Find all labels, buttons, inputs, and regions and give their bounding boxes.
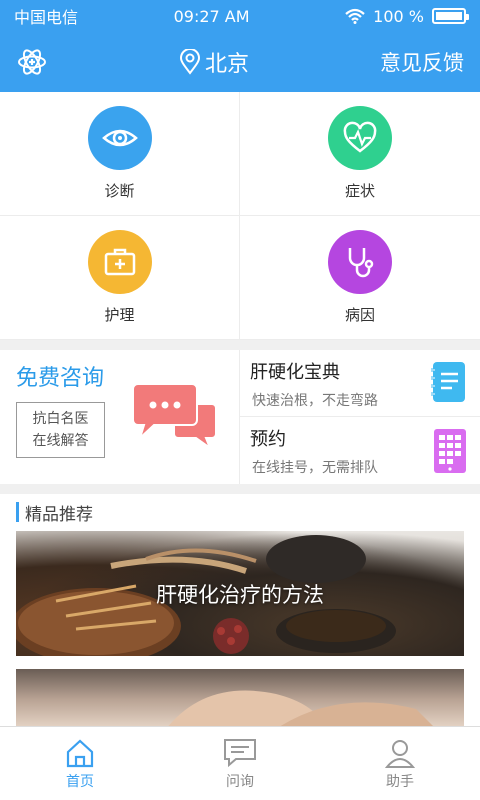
category-diagnosis[interactable]: 诊断	[0, 92, 240, 216]
promo-right-column: 肝硬化宝典 快速治根，不走弯路 预约 在线挂号，无需排队	[240, 350, 480, 484]
bottom-tab-bar: 首页 问询 助手	[0, 726, 480, 800]
free-consult-card[interactable]: 免费咨询 抗白名医 在线解答	[0, 350, 240, 484]
handbook-card[interactable]: 肝硬化宝典 快速治根，不走弯路	[240, 350, 480, 417]
hands-photo	[168, 690, 433, 726]
banner-caption: 肝硬化治疗的方法	[156, 583, 324, 607]
symptoms-icon-circle	[328, 106, 392, 170]
section-accent-bar	[16, 502, 19, 522]
feedback-link[interactable]: 意见反馈	[380, 47, 464, 77]
booking-title: 预约	[250, 429, 286, 450]
city-label: 北京	[204, 52, 249, 77]
person-icon	[384, 739, 416, 768]
tab-label: 首页	[66, 773, 94, 790]
category-causes[interactable]: 病因	[240, 216, 480, 340]
recommend-section: 精品推荐 肝硬化治疗的方法	[0, 494, 480, 726]
recommend-title: 精品推荐	[25, 504, 93, 525]
category-label: 病因	[344, 306, 375, 324]
category-label: 诊断	[104, 182, 135, 200]
navbar: 北京 意见反馈	[0, 32, 480, 92]
tab-label: 问询	[226, 773, 254, 790]
tab-inquiry[interactable]: 问询	[160, 727, 320, 800]
booking-subtitle: 在线挂号，无需排队	[252, 460, 378, 476]
notebook-icon	[431, 362, 465, 402]
booking-card[interactable]: 预约 在线挂号，无需排队	[240, 417, 480, 484]
category-care[interactable]: 护理	[0, 216, 240, 340]
wifi-icon	[345, 8, 365, 24]
tab-label: 助手	[386, 773, 414, 790]
status-right: 100 %	[345, 6, 469, 26]
atom-menu-icon[interactable]	[16, 46, 48, 78]
battery-icon	[431, 8, 469, 24]
heart-pulse-icon	[343, 121, 377, 153]
battery-percent: 100 %	[373, 6, 424, 26]
eye-icon	[101, 129, 138, 147]
care-icon-circle	[87, 230, 152, 294]
free-consult-title: 免费咨询	[16, 366, 105, 391]
category-label: 症状	[344, 182, 375, 200]
recommend-header: 精品推荐	[0, 494, 480, 530]
tablet-calendar-icon	[434, 429, 466, 473]
handbook-subtitle: 快速治根，不走弯路	[252, 393, 378, 409]
free-consult-line1: 抗白名医	[32, 411, 89, 427]
recommend-banner-2[interactable]	[16, 669, 464, 726]
battery-fill	[435, 12, 462, 20]
tab-home[interactable]: 首页	[0, 727, 160, 800]
first-aid-kit-icon	[104, 248, 135, 276]
carrier-label: 中国电信	[14, 8, 79, 27]
home-icon	[66, 739, 94, 767]
city-selector[interactable]: 北京	[179, 46, 249, 78]
app-header: 中国电信 09:27 AM 100 % 北京 意见反馈	[0, 0, 480, 92]
clock: 09:27 AM	[173, 6, 250, 26]
chat-icon	[224, 738, 256, 767]
tab-assistant[interactable]: 助手	[320, 727, 480, 800]
category-label: 护理	[104, 306, 135, 324]
category-grid: 诊断 症状 护理 病因	[0, 92, 480, 340]
recommend-banner[interactable]: 肝硬化治疗的方法	[16, 531, 464, 656]
causes-icon-circle	[328, 230, 392, 294]
handbook-title: 肝硬化宝典	[250, 362, 340, 383]
category-symptoms[interactable]: 症状	[240, 92, 480, 216]
diagnosis-icon-circle	[87, 106, 152, 170]
location-pin-icon	[179, 49, 200, 75]
promo-section: 免费咨询 抗白名医 在线解答 肝硬化宝典 快速治根，不走弯路 预约 在线挂号，无…	[0, 350, 480, 484]
free-consult-line2: 在线解答	[32, 433, 89, 449]
free-consult-box: 抗白名医 在线解答	[16, 402, 105, 458]
stethoscope-icon	[348, 248, 374, 278]
chat-bubbles-icon	[134, 383, 217, 451]
status-bar: 中国电信 09:27 AM 100 %	[0, 0, 480, 32]
